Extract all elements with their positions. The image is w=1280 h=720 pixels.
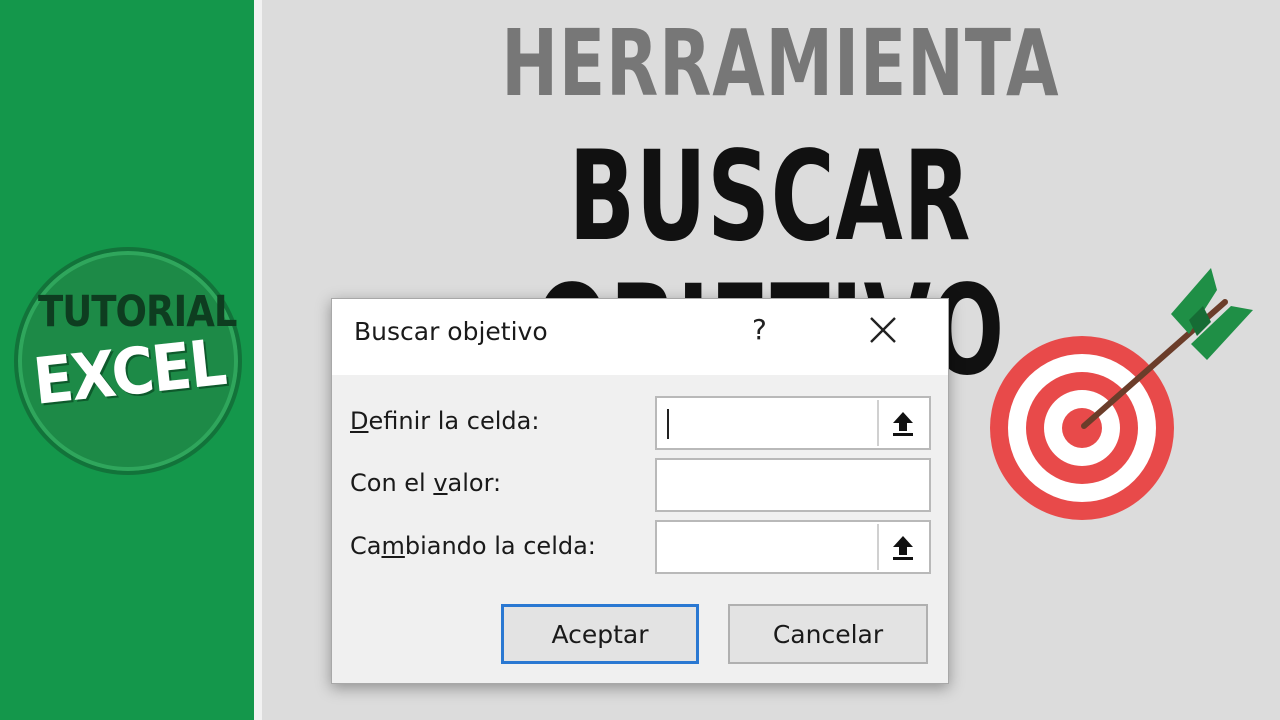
dialog-titlebar[interactable]: Buscar objetivo ? [332, 299, 948, 375]
cancel-button[interactable]: Cancelar [728, 604, 928, 664]
sidebar-divider [254, 0, 262, 720]
to-value-input[interactable] [655, 458, 931, 512]
set-cell-ref-button[interactable] [877, 400, 927, 446]
changing-cell-ref-button[interactable] [877, 524, 927, 570]
set-cell-input[interactable] [655, 396, 931, 450]
target-icon [990, 268, 1253, 520]
dialog-title: Buscar objetivo [354, 317, 548, 346]
changing-cell-input[interactable] [655, 520, 931, 574]
to-value-label: Con el valor: [350, 469, 502, 497]
text-caret [667, 409, 669, 439]
goal-seek-dialog: Buscar objetivo ? Definir la celda: Con … [331, 298, 949, 684]
heading-line1: HERRAMIENTA [501, 10, 1060, 117]
collapse-dialog-icon [893, 536, 913, 560]
close-icon[interactable] [866, 313, 900, 347]
collapse-dialog-icon [893, 412, 913, 436]
changing-cell-label: Cambiando la celda: [350, 532, 596, 560]
ok-button[interactable]: Aceptar [501, 604, 699, 664]
set-cell-label: Definir la celda: [350, 407, 540, 435]
help-icon[interactable]: ? [752, 313, 767, 346]
